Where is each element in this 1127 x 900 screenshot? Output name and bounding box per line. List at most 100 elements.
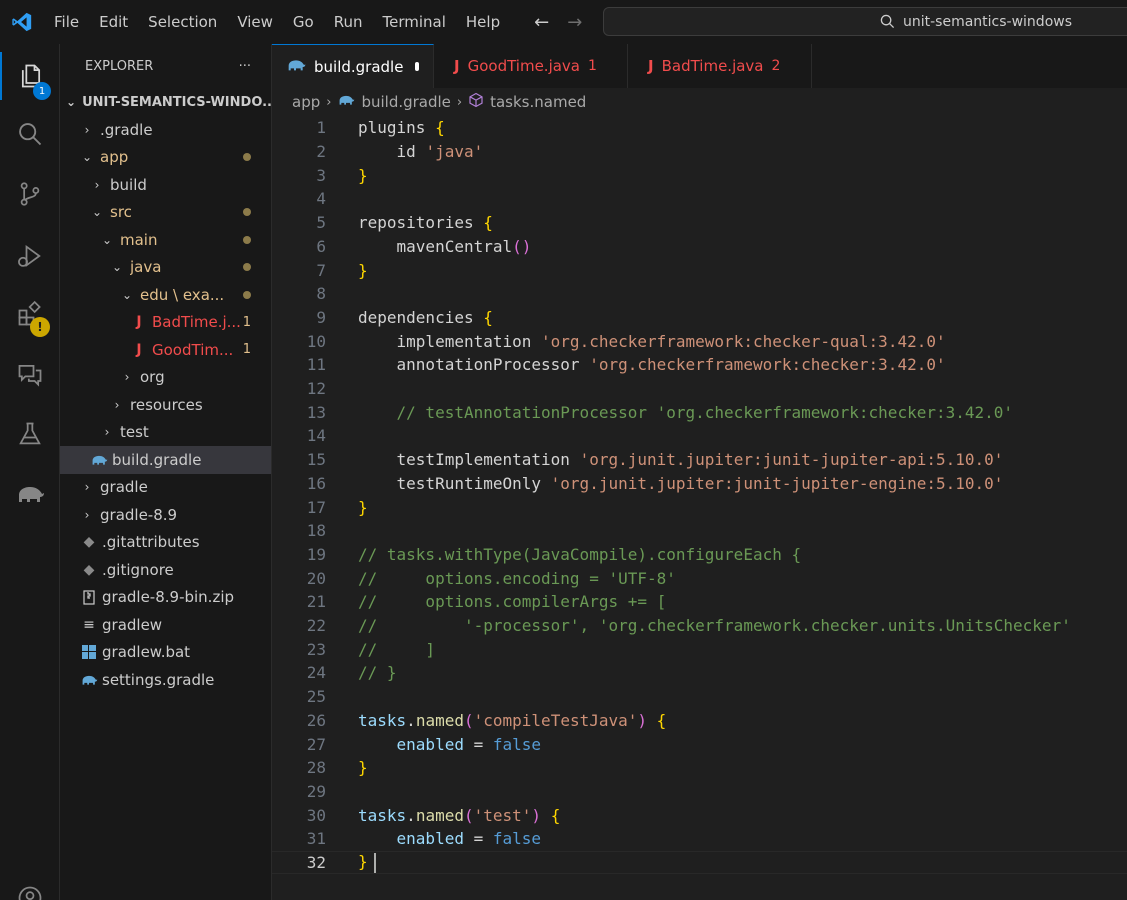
code-line[interactable]: 16 testRuntimeOnly 'org.junit.jupiter:ju… [272, 472, 1127, 496]
tree-item-badtime-j[interactable]: J BadTime.j... 1 [60, 309, 271, 337]
tree-item-build[interactable]: › build [60, 171, 271, 199]
code-line[interactable]: 2 id 'java' [272, 140, 1127, 164]
account-icon[interactable] [0, 874, 60, 900]
code-line[interactable]: 11 annotationProcessor 'org.checkerframe… [272, 353, 1127, 377]
tree-item-gradle[interactable]: › gradle [60, 474, 271, 502]
breadcrumb-folder[interactable]: app [292, 93, 320, 111]
code-line[interactable]: 17} [272, 495, 1127, 519]
java-file-icon: J [136, 341, 142, 358]
tree-item-org[interactable]: › org [60, 364, 271, 392]
menu-view[interactable]: View [227, 7, 283, 37]
code-token: } [358, 852, 368, 872]
code-line[interactable]: 4 [272, 187, 1127, 211]
breadcrumb-symbol[interactable]: tasks.named [490, 93, 586, 111]
menu-run[interactable]: Run [324, 7, 373, 37]
chat-icon[interactable] [0, 350, 60, 398]
line-number: 17 [306, 497, 326, 517]
tree-item-main[interactable]: ⌄ main [60, 226, 271, 254]
menu-terminal[interactable]: Terminal [373, 7, 456, 37]
code-line[interactable]: 25 [272, 685, 1127, 709]
menu-selection[interactable]: Selection [138, 7, 227, 37]
tree-item-resources[interactable]: › resources [60, 391, 271, 419]
menu-edit[interactable]: Edit [89, 7, 138, 37]
code-line[interactable]: 31 enabled = false [272, 827, 1127, 851]
tree-item-app[interactable]: ⌄ app [60, 144, 271, 172]
code-line[interactable]: 18 [272, 519, 1127, 543]
code-line[interactable]: 32} [272, 850, 1127, 875]
code-line[interactable]: 22 // '-processor', 'org.checkerframework… [272, 614, 1127, 638]
tree-item-gradlew-bat[interactable]: gradlew.bat [60, 639, 271, 667]
gradle-elephant-icon[interactable] [0, 470, 60, 518]
tree-item-gradle[interactable]: › .gradle [60, 116, 271, 144]
line-number: 21 [306, 592, 326, 612]
breadcrumb-file[interactable]: build.gradle [361, 93, 450, 111]
tree-item-gitignore[interactable]: ◆ .gitignore [60, 556, 271, 584]
code-token: dependencies [358, 307, 484, 327]
run-debug-icon[interactable] [0, 232, 60, 280]
code-line[interactable]: 1 plugins { [272, 116, 1127, 140]
unsaved-dot-icon[interactable] [415, 62, 419, 71]
menu-go[interactable]: Go [283, 7, 324, 37]
tab-build-gradle[interactable]: build.gradle [272, 44, 434, 88]
code-token: = [463, 829, 493, 849]
code-line[interactable]: 3} [272, 163, 1127, 187]
line-number: 4 [316, 189, 326, 209]
menu-file[interactable]: File [44, 7, 89, 37]
workspace-root-label: UNIT-SEMANTICS-WINDO... [82, 94, 272, 110]
tab-badtime-java[interactable]: J BadTime.java 2 [628, 44, 812, 88]
code-line[interactable]: 12 [272, 377, 1127, 401]
source-control-icon[interactable] [0, 170, 60, 218]
tree-item-gradle-8-9[interactable]: › gradle-8.9 [60, 501, 271, 529]
tree-item-gradlew[interactable]: ≡ gradlew [60, 611, 271, 639]
command-center-search[interactable]: unit-semantics-windows [603, 7, 1127, 36]
code-line[interactable]: 14 [272, 424, 1127, 448]
tree-item-gradle-8-9-bin-zip[interactable]: gradle-8.9-bin.zip [60, 584, 271, 612]
code-text: } [358, 261, 368, 280]
workspace-root[interactable]: ⌄ UNIT-SEMANTICS-WINDO... [60, 88, 271, 116]
explorer-icon[interactable]: 1 [0, 52, 60, 100]
code-token: testRuntimeOnly [358, 473, 551, 493]
tree-item-settings-gradle[interactable]: settings.gradle [60, 666, 271, 694]
code-editor[interactable]: 1 plugins {2 id 'java' 3} 4 5 repositories {6… [272, 116, 1127, 900]
search-view-icon[interactable] [0, 110, 60, 158]
tree-item-goodtim[interactable]: J GoodTim... 1 [60, 336, 271, 364]
code-token: testImplementation [358, 450, 580, 470]
tree-item-src[interactable]: ⌄ src [60, 199, 271, 227]
code-line[interactable]: 13 // testAnnotationProcessor 'org.check… [272, 400, 1127, 424]
code-line[interactable]: 30 tasks.named('test') { [272, 803, 1127, 827]
code-line[interactable]: 5 repositories { [272, 211, 1127, 235]
tree-item-java[interactable]: ⌄ java [60, 254, 271, 282]
testing-flask-icon[interactable] [0, 410, 60, 458]
code-line[interactable]: 23 // ] [272, 637, 1127, 661]
code-line[interactable]: 9 dependencies { [272, 306, 1127, 330]
line-number: 8 [316, 284, 326, 304]
forward-arrow-icon[interactable]: → [567, 12, 582, 33]
tree-item-edu-exa[interactable]: ⌄ edu \ exa... [60, 281, 271, 309]
chevron-down-icon: ⌄ [121, 287, 133, 302]
code-line[interactable]: 7} [272, 258, 1127, 282]
tree-item-build-gradle[interactable]: build.gradle [60, 446, 271, 474]
tab-goodtime-java[interactable]: J GoodTime.java 1 [434, 44, 628, 88]
code-line[interactable]: 10 implementation 'org.checkerframework:… [272, 329, 1127, 353]
code-line[interactable]: 8 [272, 282, 1127, 306]
back-arrow-icon[interactable]: ← [534, 12, 549, 33]
code-token: false [492, 734, 542, 754]
code-token: ) [637, 710, 648, 730]
code-text: testImplementation 'org.junit.jupiter:ju… [358, 450, 1004, 470]
more-actions-icon[interactable]: ··· [239, 59, 251, 74]
code-line[interactable]: 20 // options.encoding = 'UTF-8' [272, 566, 1127, 590]
code-line[interactable]: 27 enabled = false [272, 732, 1127, 756]
code-line[interactable]: 15 testImplementation 'org.junit.jupiter… [272, 448, 1127, 472]
code-line[interactable]: 21 // options.compilerArgs += [ [272, 590, 1127, 614]
code-line[interactable]: 24 // } [272, 661, 1127, 685]
extensions-icon[interactable]: ! [0, 290, 60, 338]
code-line[interactable]: 19 // tasks.withType(JavaCompile).configu… [272, 543, 1127, 567]
code-line[interactable]: 29 [272, 780, 1127, 804]
code-line[interactable]: 26 tasks.named('compileTestJava') { [272, 709, 1127, 733]
code-token: plugins [358, 118, 436, 138]
code-line[interactable]: 6 mavenCentral() [272, 235, 1127, 259]
menu-help[interactable]: Help [456, 7, 510, 37]
code-line[interactable]: 28} [272, 756, 1127, 780]
tree-item-gitattributes[interactable]: ◆ .gitattributes [60, 529, 271, 557]
tree-item-test[interactable]: › test [60, 419, 271, 447]
